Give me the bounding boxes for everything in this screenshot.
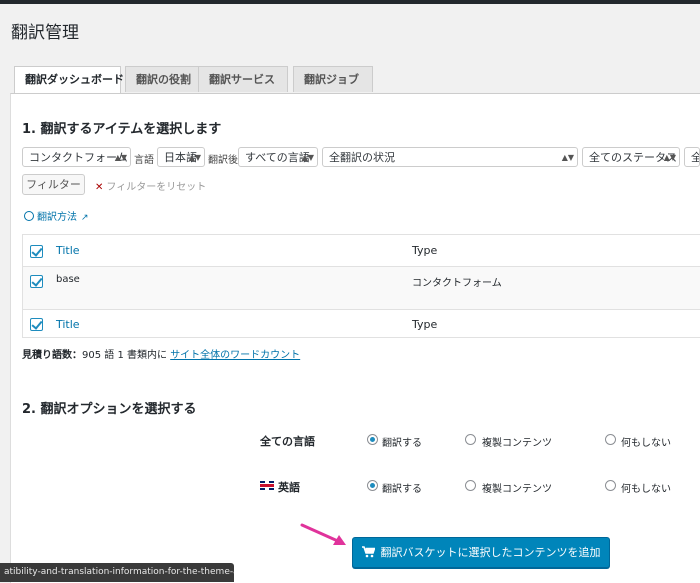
english-label: 英語 [278,481,300,494]
pointer-arrow-icon [300,523,346,545]
add-to-basket-label: 翻訳バスケットに選択したコンテンツを追加 [380,546,601,559]
tab-translation-dashboard[interactable]: 翻訳ダッシュボード [14,66,124,94]
row-type: コンタクトフォーム [412,278,502,289]
all-languages-label: 全ての言語 [260,435,315,448]
tab-translation-jobs[interactable]: 翻訳ジョブ [293,66,373,92]
row-title: base [56,274,80,285]
section2-heading: 2. 翻訳オプションを選択する [22,402,197,417]
reset-filter-label: フィルターをリセット [106,182,207,193]
close-icon: ✕ [95,182,104,193]
help-icon [24,211,34,221]
select-arrow-icon: ▲▼ [663,153,676,162]
admin-top-bar [0,0,700,4]
en-translate-radio[interactable] [367,480,378,491]
en-duplicate-label: 複製コンテンツ [482,484,552,495]
word-count-estimate: 見積り語数：905 語 1 書類内に サイト全体のワードカウント [22,346,300,361]
select-arrow-icon: ▲▼ [188,153,201,162]
all-duplicate-radio[interactable] [465,434,476,445]
browser-status-bar: atibility-and-translation-information-fo… [0,563,234,582]
select-arrow-icon: ▲▼ [114,153,127,162]
table-row: base コンタクトフォーム [23,267,700,310]
target-select-value: すべての言語 [245,151,310,164]
filter-button[interactable]: フィルター [22,174,85,195]
title-column-footer[interactable]: Title [56,318,80,331]
extra-select[interactable]: 全 [684,147,700,167]
type-select-value: コンタクトフォーム [29,151,128,164]
type-column-header: Type [412,244,438,257]
section1-heading: 1. 翻訳するアイテムを選択します [22,122,222,137]
en-nothing-label: 何もしない [621,484,671,495]
tab-translation-services[interactable]: 翻訳サービス [198,66,288,92]
title-column-header[interactable]: Title [56,244,80,257]
all-translate-label: 翻訳する [382,438,422,449]
en-nothing-radio[interactable] [605,480,616,491]
select-arrow-icon: ▲▼ [561,153,574,162]
all-nothing-radio[interactable] [605,434,616,445]
en-translate-label: 翻訳する [382,484,422,495]
page-title: 翻訳管理 [11,23,79,43]
type-column-footer: Type [412,318,438,331]
extra-select-value: 全 [691,151,699,164]
translation-status-select[interactable]: 全翻訳の状況 ▲▼ [322,147,578,167]
all-translate-radio[interactable] [367,434,378,445]
estimate-text: 905 語 1 書類内に [82,350,167,361]
reset-filter-link[interactable]: ✕ フィルターをリセット [95,178,206,193]
translated-to-label: 翻訳後 [208,155,238,166]
how-to-label: 翻訳方法 [37,212,77,223]
state-select[interactable]: 全てのステータス ▲▼ [582,147,680,167]
uk-flag-icon [260,481,274,490]
table-header-row: Title Type [23,235,700,267]
add-to-basket-button[interactable]: 翻訳バスケットに選択したコンテンツを追加 [352,537,610,568]
all-duplicate-label: 複製コンテンツ [482,438,552,449]
en-duplicate-radio[interactable] [465,480,476,491]
select-all-footer-checkbox[interactable] [30,318,43,331]
table-footer-row: Title Type [23,310,700,339]
language-select[interactable]: 日本語 ▲▼ [157,147,205,167]
select-all-checkbox[interactable] [30,245,43,258]
site-word-count-link[interactable]: サイト全体のワードカウント [170,350,300,361]
status-select-value: 全翻訳の状況 [329,151,395,164]
language-label: 言語 [134,155,154,166]
row-checkbox[interactable] [30,275,43,288]
type-select[interactable]: コンタクトフォーム ▲▼ [22,147,131,167]
target-language-select[interactable]: すべての言語 ▲▼ [238,147,318,167]
external-link-icon: ↗ [81,213,89,223]
how-to-translate-link[interactable]: 翻訳方法 ↗ [24,208,89,223]
tab-translation-roles[interactable]: 翻訳の役割 [125,66,205,92]
estimate-label: 見積り語数： [22,350,82,361]
cart-icon [361,546,375,558]
items-table: Title Type base コンタクトフォーム Title Type [22,234,700,338]
select-arrow-icon: ▲▼ [301,153,314,162]
all-nothing-label: 何もしない [621,438,671,449]
